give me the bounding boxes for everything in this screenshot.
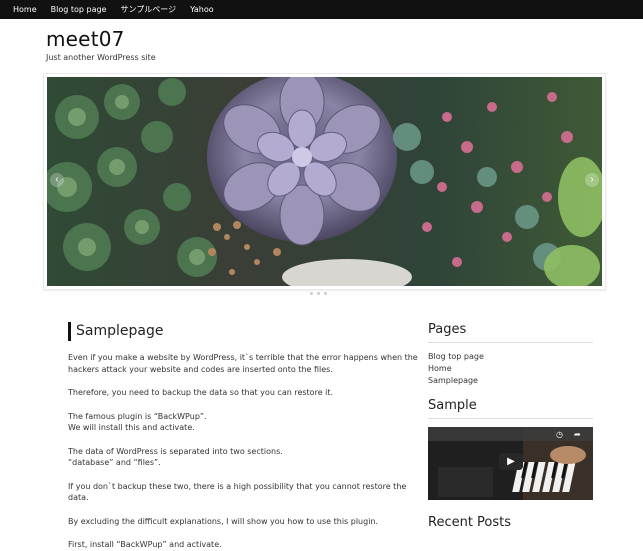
content-paragraph: Therefore, you need to backup the data s… (68, 388, 334, 397)
nav-item-home[interactable]: Home (13, 5, 37, 14)
content-paragraph: Even if you make a website by WordPress,… (68, 353, 418, 374)
content-paragraph: By excluding the difficult explanations,… (68, 516, 379, 526)
clock-icon[interactable]: ◷ (556, 430, 563, 439)
content-paragraph: We will install this and activate. (68, 423, 195, 432)
site-description: Just another WordPress site (46, 53, 156, 62)
nav-item-yahoo[interactable]: Yahoo (190, 5, 214, 14)
page-link-blog-top-page[interactable]: Blog top page (428, 351, 484, 363)
content-paragraph: First, install “BackWPup” and activate. (68, 540, 222, 549)
post-content: Even if you make a website by WordPress,… (68, 352, 418, 551)
recent-posts-widget-title: Recent Posts (428, 515, 512, 530)
nav-item-sample-page[interactable]: サンプルページ (120, 4, 176, 15)
video-embed[interactable]: ◷ ➦ ▶ (428, 427, 593, 500)
page-link-samplepage[interactable]: Samplepage (428, 375, 484, 387)
page-link-home[interactable]: Home (428, 363, 484, 375)
slider-dot[interactable] (324, 292, 327, 295)
chevron-left-icon[interactable]: ‹ (50, 173, 64, 187)
page-title: Samplepage (68, 322, 163, 341)
image-slider: ‹ › (43, 73, 606, 290)
slider-pagination[interactable] (310, 292, 327, 295)
site-title[interactable]: meet07 (46, 27, 125, 51)
content-paragraph: The data of WordPress is separated into … (68, 446, 283, 456)
slider-dot[interactable] (310, 292, 313, 295)
pages-list: Blog top page Home Samplepage (428, 351, 484, 387)
chevron-right-icon[interactable]: › (585, 173, 599, 187)
slider-dot[interactable] (317, 292, 320, 295)
succulent-photo (47, 77, 602, 286)
content-paragraph: The famous plugin is “BackWPup”. (68, 411, 207, 421)
top-navigation: Home Blog top page サンプルページ Yahoo (0, 0, 643, 19)
sample-widget-title: Sample (428, 398, 593, 419)
pages-widget-title: Pages (428, 322, 593, 343)
content-paragraph: If you don`t backup these two, there is … (68, 481, 407, 503)
content-paragraph: “database” and “files”. (68, 458, 161, 467)
share-icon[interactable]: ➦ (574, 430, 581, 439)
video-top-bar (428, 427, 593, 441)
play-icon[interactable]: ▶ (499, 453, 523, 470)
nav-item-blog-top-page[interactable]: Blog top page (51, 5, 107, 14)
